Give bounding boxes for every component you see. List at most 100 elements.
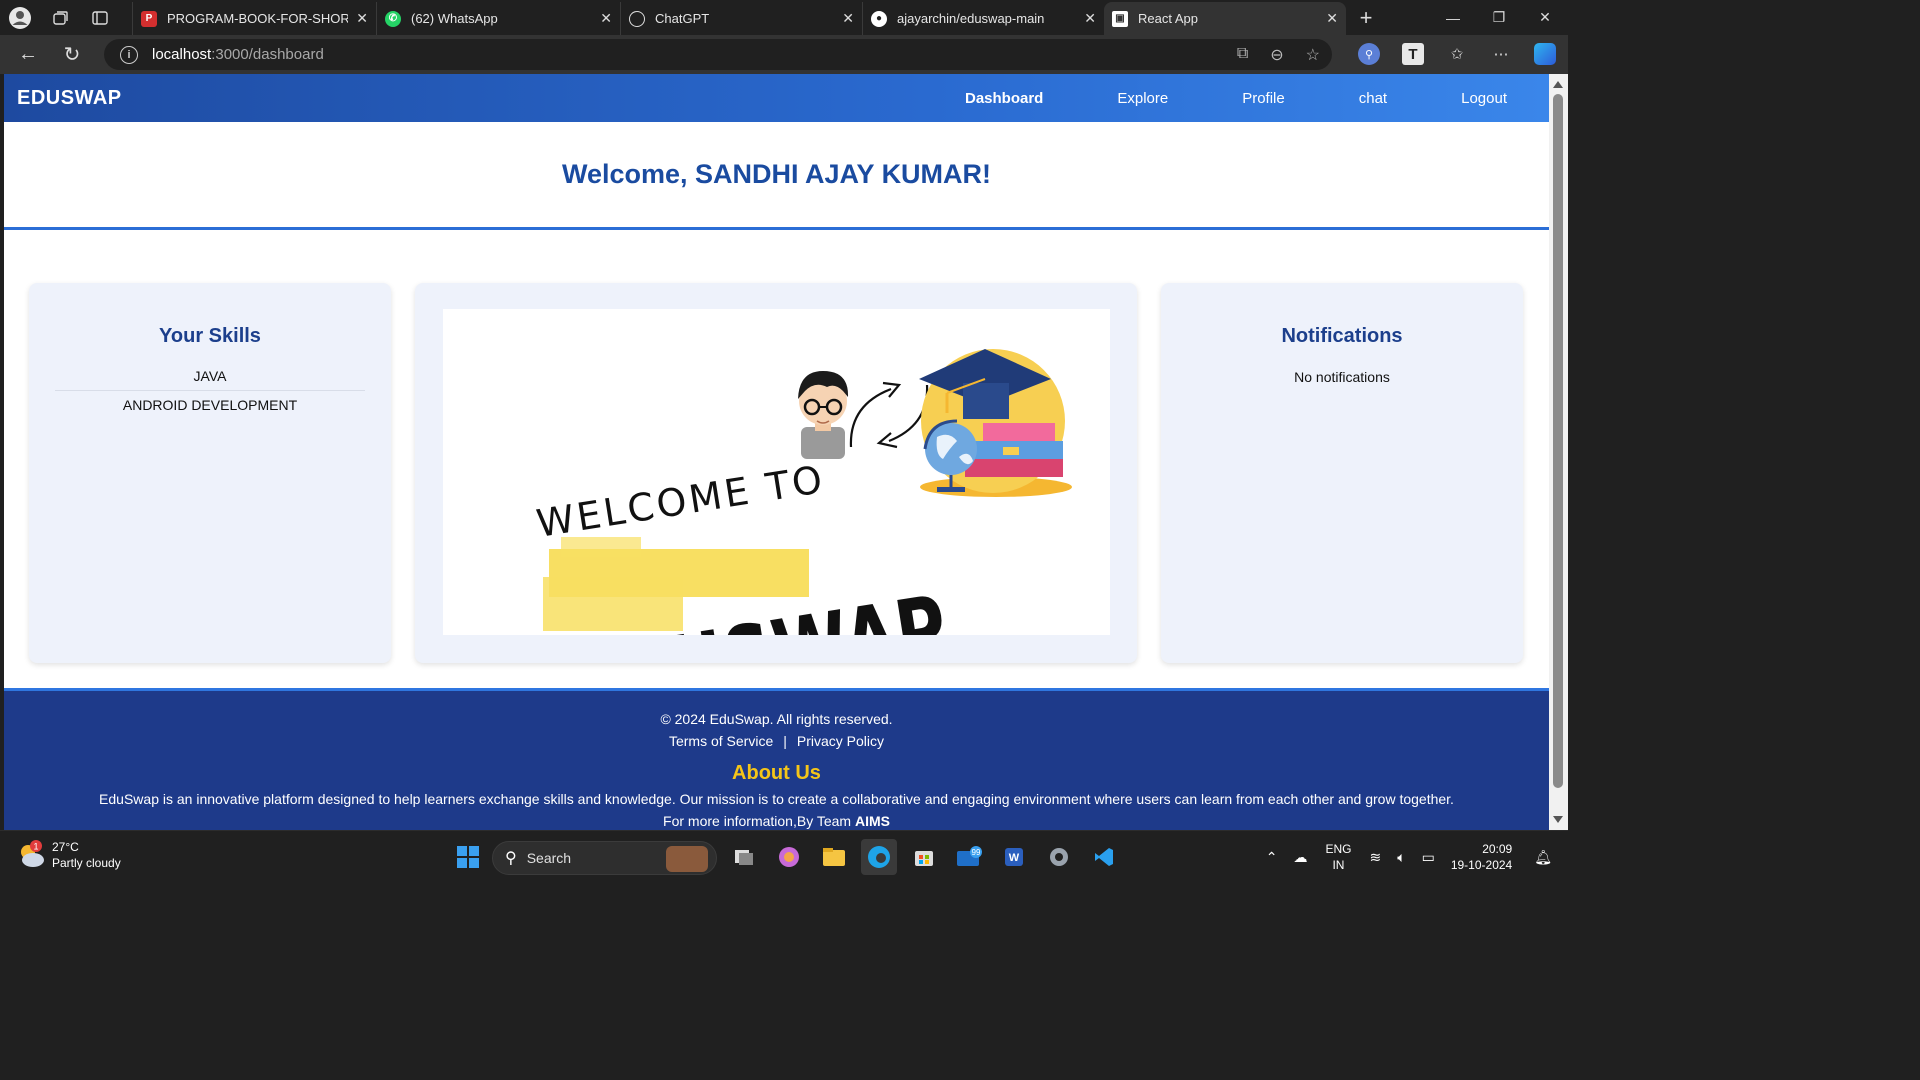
battery-icon[interactable]: ▭ [1422, 849, 1435, 866]
skill-item: ANDROID DEVELOPMENT [122, 397, 298, 413]
about-text: EduSwap is an innovative platform design… [99, 791, 1454, 807]
tab-actions-icon[interactable] [80, 0, 120, 35]
skills-card: Your Skills JAVA ANDROID DEVELOPMENT [29, 283, 391, 663]
weather-badge: 1 [33, 842, 38, 852]
weather-widget[interactable]: 1 27°C Partly cloudy [16, 839, 121, 871]
windows-start-icon[interactable] [450, 839, 486, 875]
minimize-icon[interactable]: — [1430, 0, 1476, 35]
close-icon[interactable]: ✕ [600, 10, 612, 27]
language-line1: ENG [1325, 842, 1352, 856]
nav-explore[interactable]: Explore [1080, 90, 1205, 107]
brand-logo[interactable]: EDUSWAP [17, 87, 122, 110]
terms-link[interactable]: Terms of Service [669, 733, 773, 749]
wifi-icon[interactable]: ≋ [1369, 849, 1381, 866]
footer-copyright: © 2024 EduSwap. All rights reserved. [660, 711, 893, 727]
nav-chat[interactable]: chat [1322, 90, 1424, 107]
page-viewport: EDUSWAP Dashboard Explore Profile chat L… [4, 74, 1549, 830]
hero-card: WELCOME TO EDUSWAP [415, 283, 1137, 663]
weather-temp: 27°C [52, 840, 79, 854]
welcome-to-text: WELCOME TO [534, 457, 829, 546]
site-footer: © 2024 EduSwap. All rights reserved. Ter… [4, 688, 1549, 830]
tab-title: ChatGPT [655, 11, 710, 26]
app-navbar: EDUSWAP Dashboard Explore Profile chat L… [4, 74, 1549, 122]
footer-links: Terms of Service | Privacy Policy [4, 733, 1549, 749]
chevron-up-icon[interactable]: ⌃ [1266, 849, 1278, 866]
pdf-icon: P [141, 10, 157, 27]
windows-taskbar: 1 27°C Partly cloudy ⚲ Search 99 W ⌃ ☁ E… [0, 830, 1568, 882]
nav-dashboard[interactable]: Dashboard [928, 90, 1080, 107]
page-scrollbar[interactable] [1549, 74, 1568, 830]
notification-bell-icon[interactable]: 🔔︎ [1534, 849, 1552, 866]
team-name: AIMS [854, 813, 890, 829]
copilot-app-icon[interactable] [771, 839, 807, 875]
welcome-heading: Welcome, SANDHI AJAY KUMAR! [561, 159, 992, 189]
file-explorer-icon[interactable] [816, 839, 852, 875]
taskbar-search[interactable]: ⚲ Search [492, 841, 717, 875]
privacy-link[interactable]: Privacy Policy [797, 733, 884, 749]
site-info-icon[interactable]: i [120, 45, 138, 64]
open-in-app-icon[interactable]: ⧉ [1237, 45, 1248, 65]
url-path: :3000/dashboard [211, 46, 324, 63]
address-bar[interactable]: i localhost:3000/dashboard ⧉ ⊖ ☆ [104, 39, 1332, 70]
word-icon[interactable]: W [996, 839, 1032, 875]
skills-title: Your Skills [159, 325, 261, 347]
profile-icon[interactable] [0, 0, 40, 35]
tab-title: ajayarchin/eduswap-main [897, 11, 1045, 26]
whatsapp-icon: ✆ [385, 10, 401, 27]
notifications-title: Notifications [1281, 325, 1403, 347]
refresh-icon[interactable]: ↻ [50, 35, 94, 74]
mail-badge: 99 [972, 848, 981, 857]
github-icon: ● [871, 10, 887, 27]
workspaces-icon[interactable] [40, 0, 80, 35]
language-indicator[interactable]: ENG IN [1325, 841, 1351, 873]
tab-whatsapp[interactable]: ✆ (62) WhatsApp ✕ [376, 2, 620, 35]
clock[interactable]: 20:09 19-10-2024 [1451, 841, 1512, 873]
system-tray: ⌃ ☁ ENG IN ≋ 🔈︎ ▭ 20:09 19-10-2024 🔔︎ [1258, 831, 1568, 883]
onedrive-icon[interactable]: ☁ [1293, 849, 1307, 866]
microsoft-store-icon[interactable] [906, 839, 942, 875]
more-menu-icon[interactable]: ⋯ [1490, 43, 1512, 65]
tab-chatgpt[interactable]: ChatGPT ✕ [620, 2, 862, 35]
search-icon: ⚲ [505, 850, 517, 867]
tab-github[interactable]: ● ajayarchin/eduswap-main ✕ [862, 2, 1104, 35]
close-icon[interactable]: ✕ [1084, 10, 1096, 27]
close-icon[interactable]: ✕ [1326, 10, 1338, 27]
favorites-icon[interactable]: ✩ [1446, 43, 1468, 65]
scroll-up-icon[interactable] [1553, 81, 1563, 88]
settings-gear-icon[interactable] [1041, 839, 1077, 875]
back-arrow-icon[interactable]: ← [6, 35, 50, 74]
favorite-star-icon[interactable]: ☆ [1306, 45, 1320, 65]
extension-search-icon[interactable]: ⚲ [1358, 43, 1380, 65]
pinned-apps: 99 W [726, 839, 1131, 875]
tab-title: (62) WhatsApp [411, 11, 498, 26]
task-view-icon[interactable] [726, 839, 762, 875]
svg-text:W: W [1009, 852, 1020, 864]
extension-t-icon[interactable]: T [1402, 43, 1424, 65]
close-icon[interactable]: ✕ [842, 10, 854, 27]
restore-icon[interactable]: ❐ [1476, 0, 1522, 35]
language-line2: IN [1332, 858, 1345, 872]
react-app-icon: ▣ [1112, 10, 1128, 27]
nav-profile[interactable]: Profile [1205, 90, 1322, 107]
scroll-down-icon[interactable] [1553, 816, 1563, 823]
vscode-icon[interactable] [1086, 839, 1122, 875]
volume-icon[interactable]: 🔈︎ [1397, 849, 1405, 866]
partly-cloudy-icon: 1 [16, 840, 46, 870]
close-window-icon[interactable]: ✕ [1522, 0, 1568, 35]
edge-browser-icon[interactable] [861, 839, 897, 875]
address-bar-row: ← ↻ i localhost:3000/dashboard ⧉ ⊖ ☆ ⚲ T… [0, 35, 1568, 74]
mail-icon[interactable]: 99 [951, 839, 987, 875]
nav-logout[interactable]: Logout [1424, 90, 1549, 107]
zoom-icon[interactable]: ⊖ [1270, 45, 1283, 65]
copilot-icon[interactable] [1534, 43, 1556, 65]
tab-pdf[interactable]: P PROGRAM-BOOK-FOR-SHORT-TE ✕ [132, 2, 376, 35]
notifications-empty: No notifications [1294, 369, 1390, 385]
new-tab-icon[interactable]: + [1346, 0, 1386, 35]
tab-react-app[interactable]: ▣ React App ✕ [1104, 2, 1346, 35]
skill-item: JAVA [55, 362, 365, 391]
scrollbar-thumb[interactable] [1553, 94, 1563, 788]
close-icon[interactable]: ✕ [356, 10, 368, 27]
url-host: localhost [152, 46, 212, 63]
url-text[interactable]: localhost:3000/dashboard [152, 46, 324, 63]
tab-title: React App [1138, 11, 1198, 26]
